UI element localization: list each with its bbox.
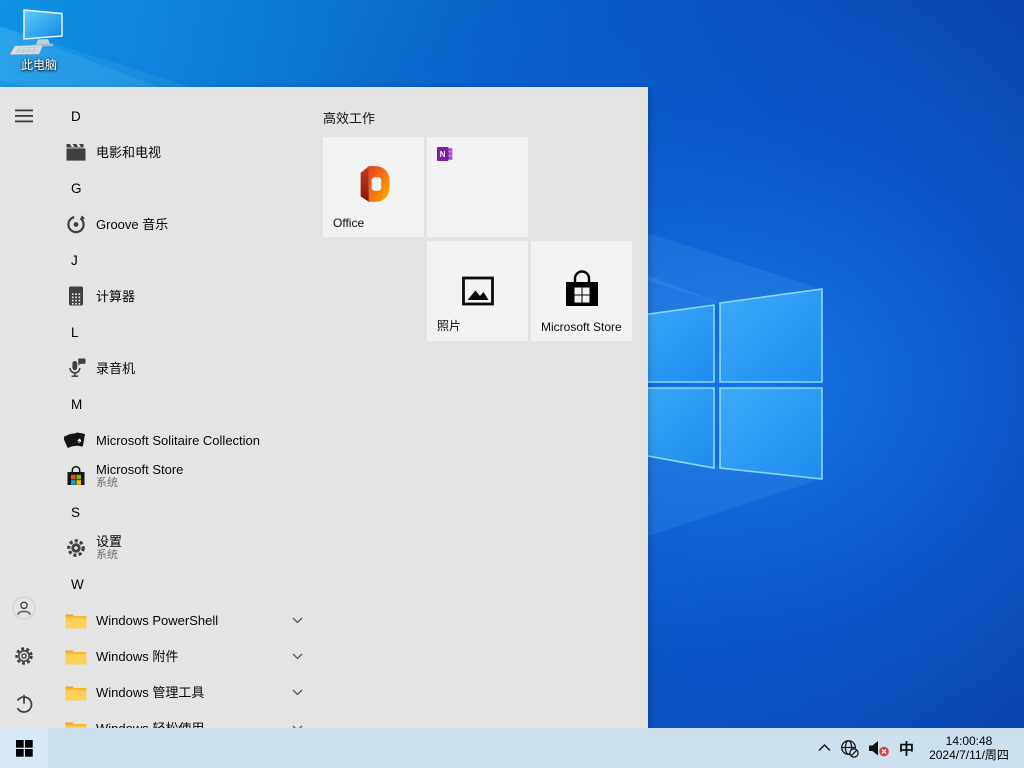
gear-icon <box>13 645 35 667</box>
tray-chevron-up-button[interactable] <box>818 744 831 752</box>
taskbar: 中 14:00:48 2024/7/11/周四 <box>0 728 1024 768</box>
tile-photos[interactable]: 照片 <box>427 241 528 341</box>
store-bag-icon <box>559 268 605 314</box>
folder-item-windows-accessories[interactable]: Windows 附件 <box>48 638 320 674</box>
chevron-down-icon[interactable] <box>292 653 303 660</box>
app-item-solitaire[interactable]: ♠ Microsoft Solitaire Collection <box>48 422 320 458</box>
folder-item-windows-powershell[interactable]: Windows PowerShell <box>48 602 320 638</box>
tile-office[interactable]: Office <box>323 137 424 237</box>
globe-no-internet-icon <box>840 739 859 758</box>
photos-icon <box>460 273 496 309</box>
app-item-movies-tv[interactable]: 电影和电视 <box>48 134 320 170</box>
desktop-screen: 此电脑 <box>0 0 1024 768</box>
start-menu: D 电影和电视 G <box>0 87 648 728</box>
app-item-microsoft-store[interactable]: Microsoft Store 系统 <box>48 458 320 494</box>
settings-gear-icon <box>64 536 88 560</box>
hamburger-icon <box>15 109 34 123</box>
tile-label: Microsoft Store <box>541 320 622 334</box>
power-icon <box>12 692 36 716</box>
user-icon <box>12 596 36 620</box>
folder-icon <box>64 680 88 704</box>
section-letter[interactable]: D <box>48 98 320 134</box>
power-button[interactable] <box>0 680 48 728</box>
app-item-calculator[interactable]: 计算器 <box>48 278 320 314</box>
user-account-button[interactable] <box>0 584 48 632</box>
section-letter[interactable]: G <box>48 170 320 206</box>
folder-icon <box>64 644 88 668</box>
this-pc-icon <box>10 8 68 55</box>
tile-label: 照片 <box>437 317 461 334</box>
tile-label: Office <box>333 216 364 230</box>
network-status-button[interactable] <box>840 739 859 758</box>
section-letter[interactable]: J <box>48 242 320 278</box>
folder-item-windows-ease-of-access[interactable]: Windows 轻松使用 <box>48 710 320 728</box>
start-menu-rail <box>0 87 48 728</box>
ime-indicator[interactable]: 中 <box>899 738 914 759</box>
section-letter[interactable]: S <box>48 494 320 530</box>
start-menu-app-list: D 电影和电视 G <box>48 87 320 728</box>
desktop-icon-this-pc[interactable]: 此电脑 <box>6 8 72 73</box>
section-letter[interactable]: M <box>48 386 320 422</box>
folder-item-windows-admin-tools[interactable]: Windows 管理工具 <box>48 674 320 710</box>
tile-microsoft-store[interactable]: Microsoft Store <box>531 241 632 341</box>
svg-text:N: N <box>440 150 446 159</box>
start-button[interactable] <box>0 728 48 768</box>
tile-group-title[interactable]: 高效工作 <box>323 108 375 127</box>
taskbar-clock[interactable]: 14:00:48 2024/7/11/周四 <box>923 734 1015 763</box>
folder-icon <box>64 716 88 728</box>
chevron-up-icon <box>818 744 831 752</box>
tile-onenote[interactable]: N <box>427 137 528 237</box>
voice-recorder-icon <box>64 356 88 380</box>
speaker-muted-icon <box>868 740 890 757</box>
app-item-groove-music[interactable]: Groove 音乐 <box>48 206 320 242</box>
solitaire-icon: ♠ <box>64 428 88 452</box>
app-item-voice-recorder[interactable]: 录音机 <box>48 350 320 386</box>
start-menu-tiles: 高效工作 Office <box>320 87 648 728</box>
desktop-icon-label: 此电脑 <box>6 56 72 73</box>
section-letter[interactable]: W <box>48 566 320 602</box>
chevron-down-icon[interactable] <box>292 689 303 696</box>
office-icon <box>351 162 395 206</box>
onenote-icon: N <box>437 146 453 162</box>
windows-logo-icon <box>16 740 33 757</box>
folder-icon <box>64 608 88 632</box>
calculator-icon <box>64 284 88 308</box>
store-icon <box>64 464 88 488</box>
clock-date: 2024/7/11/周四 <box>929 748 1009 762</box>
settings-button[interactable] <box>0 632 48 680</box>
volume-button[interactable] <box>868 740 890 757</box>
movies-tv-icon <box>64 140 88 164</box>
expand-menu-button[interactable] <box>0 92 48 140</box>
section-letter[interactable]: L <box>48 314 320 350</box>
groove-music-icon <box>64 212 88 236</box>
system-tray: 中 14:00:48 2024/7/11/周四 <box>818 728 1024 768</box>
rail-bottom-buttons <box>0 584 48 728</box>
clock-time: 14:00:48 <box>946 734 993 748</box>
app-item-settings[interactable]: 设置 系统 <box>48 530 320 566</box>
chevron-down-icon[interactable] <box>292 617 303 624</box>
